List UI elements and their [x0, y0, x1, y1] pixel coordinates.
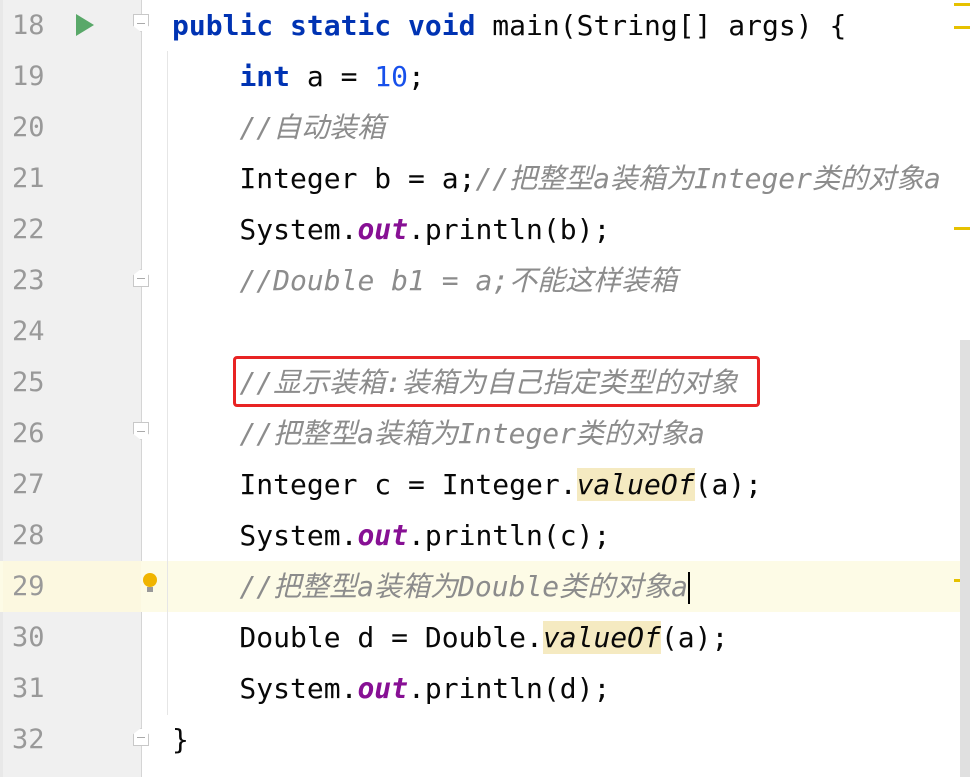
code-line-20[interactable]: 20 //自动装箱 — [0, 102, 970, 153]
code-content[interactable]: //Double b1 = a;不能这样装箱 — [172, 255, 677, 306]
code-content[interactable]: Integer b = a;//把整型a装箱为Integer类的对象a — [172, 153, 941, 204]
code-text: Integer b = a; — [172, 162, 476, 195]
annotation-highlight-box — [233, 356, 760, 407]
number-literal: 10 — [374, 60, 409, 93]
comment: //把整型a装箱为Integer类的对象a — [239, 417, 705, 450]
code-text: Integer c = Integer. — [172, 468, 577, 501]
keyword: int — [239, 60, 291, 93]
keyword: public static void — [172, 9, 493, 42]
line-number[interactable]: 23 — [12, 255, 52, 306]
comment: //Double b1 = a;不能这样装箱 — [239, 264, 678, 297]
code-content[interactable]: //自动装箱 — [172, 102, 385, 153]
code-line-27[interactable]: 27 Integer c = Integer.valueOf(a); — [0, 459, 970, 510]
code-text: a = — [290, 60, 375, 93]
line-number[interactable]: 29 — [12, 561, 52, 612]
indent-guide — [167, 51, 168, 715]
code-content[interactable]: public static void main(String[] args) { — [172, 0, 846, 51]
code-line-31[interactable]: 31 System.out.println(d); — [0, 663, 970, 714]
static-field: out — [357, 213, 409, 246]
line-number[interactable]: 21 — [12, 153, 52, 204]
method-call: valueOf — [542, 621, 661, 654]
code-content[interactable]: System.out.println(c); — [172, 510, 610, 561]
line-number[interactable]: 27 — [12, 459, 52, 510]
line-number[interactable]: 25 — [12, 357, 52, 408]
comment: //把整型a装箱为Double类的对象a — [239, 570, 689, 603]
code-content[interactable]: Integer c = Integer.valueOf(a); — [172, 459, 762, 510]
comment: //把整型a装箱为Integer类的对象a — [475, 162, 941, 195]
comment: //自动装箱 — [239, 111, 386, 144]
code-line-32[interactable]: 32} — [0, 714, 970, 765]
code-content[interactable]: System.out.println(b); — [172, 204, 610, 255]
line-number[interactable]: 19 — [12, 51, 52, 102]
line-number[interactable]: 22 — [12, 204, 52, 255]
code-text: (a); — [660, 621, 729, 654]
line-number[interactable]: 18 — [12, 0, 52, 51]
line-number[interactable]: 26 — [12, 408, 52, 459]
error-stripe-mark[interactable] — [954, 3, 970, 6]
code-line-30[interactable]: 30 Double d = Double.valueOf(a); — [0, 612, 970, 663]
code-text: ; — [408, 60, 425, 93]
static-field: out — [357, 672, 409, 705]
line-number[interactable]: 28 — [12, 510, 52, 561]
static-field: out — [357, 519, 409, 552]
line-number[interactable]: 24 — [12, 306, 52, 357]
code-content[interactable]: int a = 10; — [172, 51, 425, 102]
code-text: System. — [172, 213, 358, 246]
code-text: System. — [172, 672, 358, 705]
code-line-21[interactable]: 21 Integer b = a;//把整型a装箱为Integer类的对象a — [0, 153, 970, 204]
code-text: } — [172, 723, 189, 756]
vertical-scrollbar[interactable] — [960, 340, 970, 777]
code-content[interactable]: //把整型a装箱为Double类的对象a — [172, 561, 691, 612]
code-content[interactable]: System.out.println(d); — [172, 663, 610, 714]
code-line-18[interactable]: 18 public static void main(String[] args)… — [0, 0, 970, 51]
line-number[interactable]: 31 — [12, 663, 52, 714]
code-text: (a); — [694, 468, 763, 501]
code-line-28[interactable]: 28 System.out.println(c); — [0, 510, 970, 561]
code-text: .println(c); — [408, 519, 611, 552]
code-content[interactable]: //把整型a装箱为Integer类的对象a — [172, 408, 705, 459]
error-stripe-mark[interactable] — [954, 227, 970, 230]
code-line-22[interactable]: 22 System.out.println(b); — [0, 204, 970, 255]
code-content[interactable]: Double d = Double.valueOf(a); — [172, 612, 728, 663]
error-stripe-mark[interactable] — [954, 26, 970, 29]
code-line-24[interactable]: 24 — [0, 306, 970, 357]
code-text: System. — [172, 519, 358, 552]
code-line-29[interactable]: 29 //把整型a装箱为Double类的对象a — [0, 561, 970, 612]
code-content[interactable]: } — [172, 714, 189, 765]
code-line-19[interactable]: 19 int a = 10; — [0, 51, 970, 102]
code-text: main(String[] args) { — [492, 9, 847, 42]
code-text: .println(d); — [408, 672, 611, 705]
lightbulb-icon[interactable] — [143, 573, 157, 592]
text-caret — [688, 572, 691, 604]
run-icon[interactable] — [76, 14, 94, 36]
code-text: Double d = Double. — [172, 621, 543, 654]
code-text: .println(b); — [408, 213, 611, 246]
code-line-26[interactable]: 26 //把整型a装箱为Integer类的对象a — [0, 408, 970, 459]
line-number[interactable]: 20 — [12, 102, 52, 153]
method-call: valueOf — [576, 468, 695, 501]
code-line-23[interactable]: 23 //Double b1 = a;不能这样装箱 — [0, 255, 970, 306]
line-number[interactable]: 30 — [12, 612, 52, 663]
line-number[interactable]: 32 — [12, 714, 52, 765]
